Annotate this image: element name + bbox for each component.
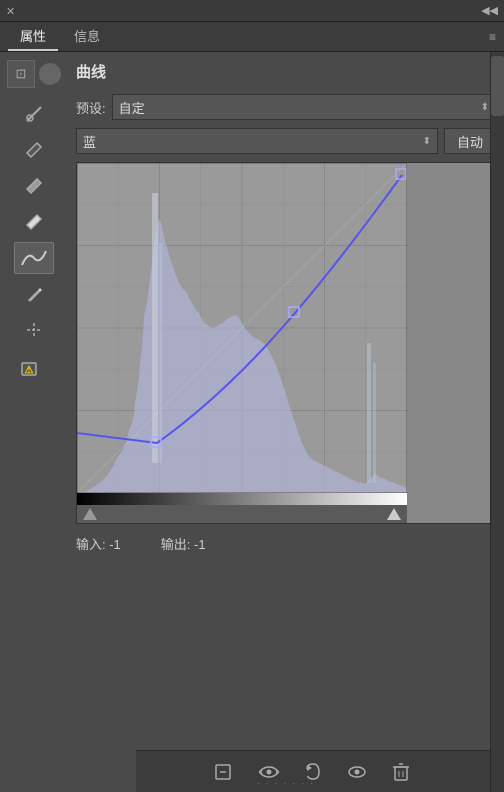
channel-row: 蓝 ⬍ 自动: [68, 124, 504, 158]
preset-select-arrow: ⬍: [481, 102, 489, 113]
curves-smooth-tool[interactable]: [14, 242, 54, 274]
preset-select[interactable]: 自定 ⬍: [112, 94, 496, 120]
sliders-row[interactable]: [77, 505, 407, 523]
reset-adjustments-button[interactable]: [211, 758, 239, 786]
tab-properties[interactable]: 属性: [8, 22, 58, 51]
shadow-slider[interactable]: [83, 508, 97, 520]
eyedropper-mid-tool[interactable]: [14, 170, 54, 202]
toolbar: ⊡: [0, 52, 68, 792]
curves-icon-circle: [39, 63, 61, 85]
highlight-slider[interactable]: [387, 508, 401, 520]
collapse-icon[interactable]: ◀◀: [481, 4, 498, 17]
output-value: 输出: -1: [161, 534, 206, 553]
warning-icon[interactable]: ⚠: [14, 350, 54, 382]
scrollbar[interactable]: [490, 52, 504, 792]
input-value: 输入: -1: [76, 534, 121, 553]
title-bar: ✕ ◀◀: [0, 0, 504, 22]
close-icon[interactable]: ✕: [6, 5, 18, 17]
channel-select[interactable]: 蓝 ⬍: [76, 128, 438, 154]
tab-bar: 属性 信息 ≡: [0, 22, 504, 52]
panel-title: 曲线: [76, 61, 106, 82]
eyedropper-add-tool[interactable]: [14, 98, 54, 130]
panel-header: 曲线: [68, 52, 504, 90]
eyedropper-dark-tool[interactable]: [14, 134, 54, 166]
adjustment-layers-icon[interactable]: ⊡: [7, 60, 35, 88]
input-gradient-bar: [77, 493, 407, 505]
panel-menu-icon[interactable]: ≡: [489, 30, 496, 44]
pencil-tool[interactable]: [14, 278, 54, 310]
resize-grip: · · · · · · ·: [257, 779, 315, 788]
svg-text:⚠: ⚠: [25, 365, 34, 376]
tab-info[interactable]: 信息: [62, 22, 112, 51]
preset-label: 预设:: [76, 98, 106, 117]
main-panel: ⊡: [0, 52, 504, 792]
curves-canvas[interactable]: [77, 163, 407, 493]
io-row: 输入: -1 输出: -1: [68, 528, 504, 559]
preset-row: 预设: 自定 ⬍: [68, 90, 504, 124]
curves-container[interactable]: [76, 162, 496, 524]
channel-select-arrow: ⬍: [423, 136, 431, 147]
scrollbar-thumb[interactable]: [491, 56, 504, 116]
node-select-tool[interactable]: [14, 314, 54, 346]
delete-button[interactable]: [387, 758, 415, 786]
eyedropper-light-tool[interactable]: [14, 206, 54, 238]
visibility-toggle-button[interactable]: [343, 758, 371, 786]
auto-button[interactable]: 自动: [444, 128, 496, 154]
